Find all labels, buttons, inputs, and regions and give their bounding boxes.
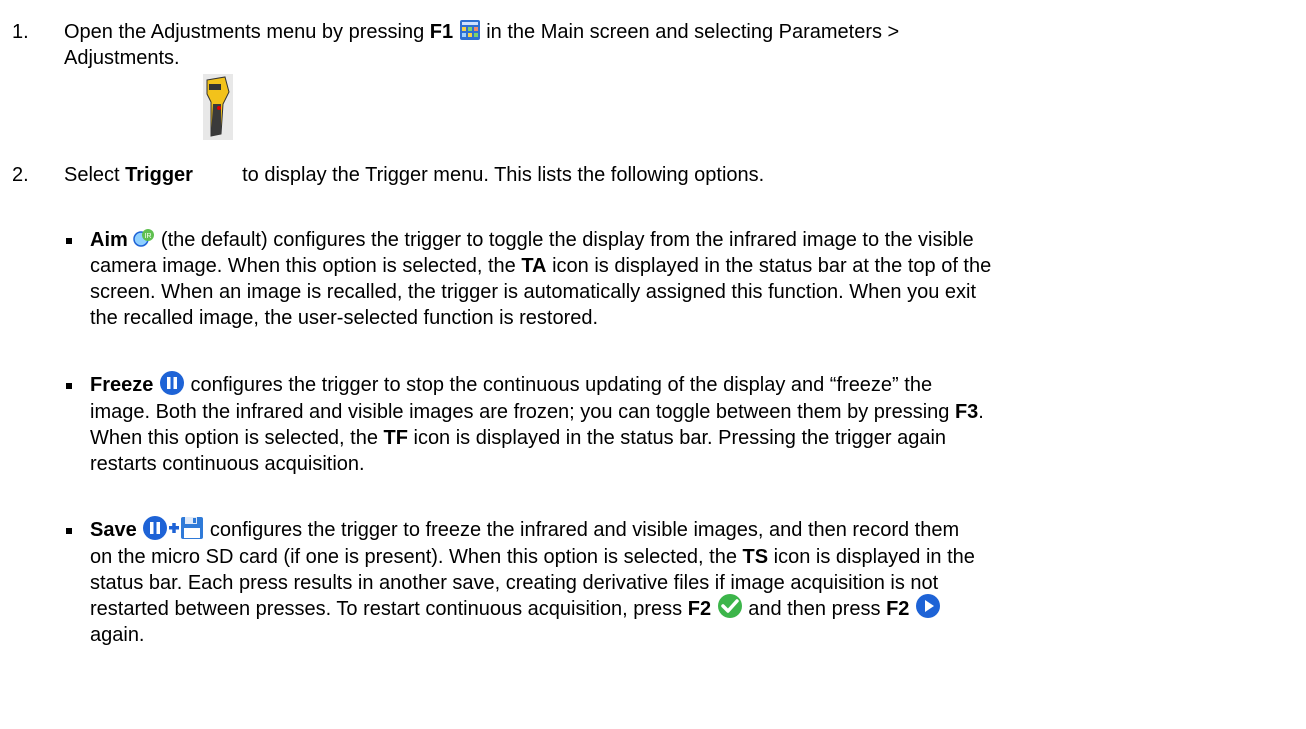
bullet [66, 238, 72, 244]
grid-menu-icon [459, 19, 481, 41]
ta-icon-label: TA [521, 255, 547, 277]
aim-label: Aim [90, 229, 128, 251]
aim-ir-icon: IR [133, 227, 155, 249]
svg-text:IR: IR [145, 233, 152, 240]
ts-icon-label: TS [742, 545, 769, 568]
key-f2: F2 [687, 597, 712, 620]
tf-icon-label: TF [383, 426, 408, 449]
pause-icon [142, 515, 168, 541]
key-f1: F1 [429, 21, 454, 43]
step-2-text: Select Trigger to display the Trigger me… [64, 74, 1264, 189]
bullet [66, 383, 72, 389]
key-f2: F2 [886, 597, 910, 620]
plus-icon [168, 515, 180, 541]
bullet [66, 528, 72, 534]
pause-icon [159, 370, 185, 396]
check-icon [717, 593, 743, 619]
freeze-label: Freeze [90, 374, 154, 396]
step-number: 2. [12, 164, 29, 186]
step-1-text: Open the Adjustments menu by pressing F1… [64, 19, 1264, 71]
camera-trigger-icon [202, 74, 233, 161]
floppy-disk-icon [180, 516, 204, 540]
key-f3: F3 [954, 400, 979, 423]
step-number: 1. [12, 21, 29, 43]
trigger-label: Trigger [125, 164, 193, 186]
play-icon [915, 593, 941, 619]
save-label: Save [90, 519, 137, 541]
